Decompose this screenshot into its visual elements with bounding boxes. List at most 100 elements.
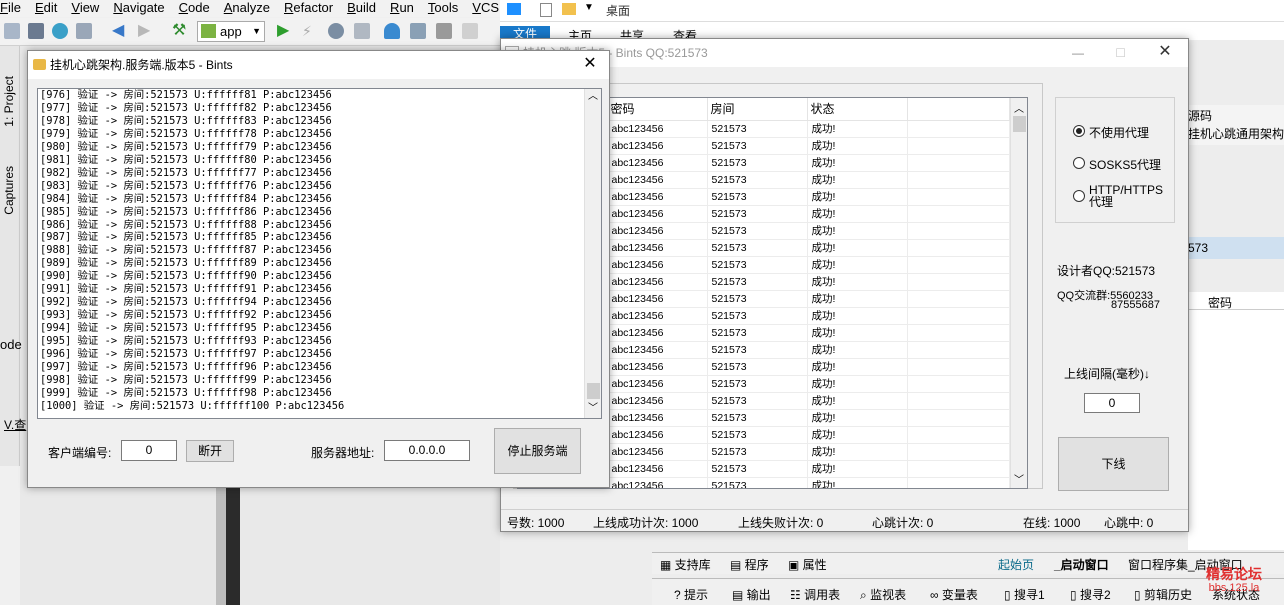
epl-fragment: 源码: [1188, 109, 1213, 123]
server-address-input[interactable]: 0.0.0.0: [384, 440, 470, 461]
empty-cell: [907, 392, 1010, 410]
attach-icon[interactable]: [410, 23, 426, 39]
search2-button[interactable]: ▯ 搜寻2: [1070, 586, 1111, 603]
minimize-icon[interactable]: —: [1072, 39, 1084, 67]
password-cell: abc123456: [607, 426, 708, 444]
room-cell: 521573: [707, 324, 808, 342]
client-number-input[interactable]: 0: [121, 440, 177, 461]
status-cell: 成功!: [807, 426, 908, 444]
room-cell: 521573: [707, 273, 808, 291]
radio-no-proxy[interactable]: [1073, 125, 1085, 137]
gauge-icon[interactable]: [384, 23, 400, 39]
hint-button[interactable]: ? 提示: [674, 586, 708, 603]
scroll-up-icon[interactable]: ︿: [588, 91, 598, 104]
call-table-button[interactable]: ☷ 调用表: [790, 586, 840, 603]
log-line: [978] 验证 -> 房间:521573 U:ffffff83 P:abc12…: [40, 114, 332, 127]
radio-socks5-proxy[interactable]: [1073, 157, 1085, 169]
table-scrollbar[interactable]: ︿ ﹀: [1010, 98, 1027, 488]
client-number-label: 客户端编号:: [48, 446, 112, 460]
profile-icon[interactable]: [354, 23, 370, 39]
stop-server-button[interactable]: 停止服务端: [494, 428, 581, 474]
password-cell: abc123456: [607, 460, 708, 478]
menu-run[interactable]: Run: [390, 0, 414, 17]
status-cell: 成功!: [807, 137, 908, 155]
run-config-select[interactable]: app ▼: [197, 21, 265, 42]
toolbar-label: 搜寻1: [1013, 588, 1045, 602]
variable-table-button[interactable]: ∞ 变量表: [930, 586, 978, 603]
empty-cell: [907, 409, 1010, 427]
room-cell: 521573: [707, 409, 808, 427]
password-cell: abc123456: [607, 120, 708, 138]
log-line: [993] 验证 -> 房间:521573 U:ffffff92 P:abc12…: [40, 309, 332, 322]
column-header-room[interactable]: 房间: [707, 98, 808, 121]
menu-view[interactable]: View: [71, 0, 99, 17]
log-line: [992] 验证 -> 房间:521573 U:ffffff94 P:abc12…: [40, 296, 332, 309]
tab-project[interactable]: 1: Project: [2, 76, 16, 127]
stop-icon[interactable]: [436, 23, 452, 39]
folder-icon[interactable]: [4, 23, 20, 39]
menu-analyze[interactable]: Analyze: [224, 0, 270, 17]
run-config-label: app: [220, 24, 242, 39]
scroll-down-icon[interactable]: ﹀: [1014, 471, 1024, 486]
close-icon[interactable]: ✕: [581, 55, 599, 73]
designer-label: 设计者QQ:521573: [1057, 264, 1156, 278]
clip-history-button[interactable]: ▯ 剪辑历史: [1134, 586, 1192, 603]
back-arrow-icon[interactable]: ◀: [112, 23, 128, 39]
apply-changes-icon[interactable]: ⚡: [302, 23, 318, 39]
properties-icon: [540, 3, 552, 17]
password-cell: abc123456: [607, 324, 708, 342]
list-icon[interactable]: [76, 23, 92, 39]
column-header-status[interactable]: 状态: [807, 98, 908, 121]
scroll-up-icon[interactable]: ︿: [1014, 100, 1024, 115]
watch-table-button[interactable]: ⌕ 监视表: [860, 586, 906, 603]
output-button[interactable]: ▤ 输出: [732, 586, 771, 603]
offline-button[interactable]: 下线: [1058, 437, 1169, 491]
log-scrollbar[interactable]: ︿ ﹀: [584, 89, 601, 418]
menu-navigate[interactable]: Navigate: [113, 0, 164, 17]
close-icon[interactable]: ✕: [1156, 43, 1174, 61]
tab-properties[interactable]: ▣ 属性: [788, 556, 827, 573]
scroll-thumb[interactable]: [587, 383, 600, 399]
password-cell: abc123456: [607, 205, 708, 223]
tab-support-library[interactable]: ▦ 支持库: [660, 556, 711, 573]
run-icon[interactable]: ▶: [277, 23, 293, 39]
log-line: [984] 验证 -> 房间:521573 U:ffffff84 P:abc12…: [40, 192, 332, 205]
tab-startup-window[interactable]: _启动窗口: [1054, 556, 1109, 573]
sync-icon[interactable]: [52, 23, 68, 39]
sdk-icon[interactable]: [462, 23, 478, 39]
empty-cell: [907, 239, 1010, 257]
tab-captures[interactable]: Captures: [2, 166, 16, 215]
menu-code[interactable]: Code: [179, 0, 210, 17]
explorer-title: 桌面: [606, 4, 631, 18]
scroll-down-icon[interactable]: ﹀: [588, 403, 598, 416]
menu-refactor[interactable]: Refactor: [284, 0, 333, 17]
interval-input[interactable]: 0: [1084, 393, 1140, 413]
save-icon[interactable]: [28, 23, 44, 39]
disconnect-button[interactable]: 断开: [186, 440, 234, 462]
password-cell: abc123456: [607, 273, 708, 291]
server-log[interactable]: [976] 验证 -> 房间:521573 U:ffffff81 P:abc12…: [37, 88, 602, 419]
epl-tab-strip: ▦ 支持库 ▤ 程序 ▣ 属性 起始页 _启动窗口 窗口程序集_启动窗口: [652, 552, 1284, 574]
toolbar-label: 剪辑历史: [1143, 588, 1192, 602]
debug-icon[interactable]: [328, 23, 344, 39]
log-line: [976] 验证 -> 房间:521573 U:ffffff81 P:abc12…: [40, 89, 332, 101]
toolbar-label: 变量表: [941, 588, 978, 602]
log-line: [977] 验证 -> 房间:521573 U:ffffff82 P:abc12…: [40, 101, 332, 114]
menu-vcs[interactable]: VCS: [472, 0, 499, 17]
menu-tools[interactable]: Tools: [428, 0, 458, 17]
hammer-icon[interactable]: ⚒: [172, 23, 188, 39]
tab-start-page[interactable]: 起始页: [998, 556, 1034, 573]
radio-http-proxy[interactable]: [1073, 190, 1085, 202]
menu-file[interactable]: File: [0, 0, 21, 17]
empty-cell: [907, 341, 1010, 359]
search1-button[interactable]: ▯ 搜寻1: [1004, 586, 1045, 603]
forward-arrow-icon[interactable]: ▶: [138, 23, 154, 39]
menu-build[interactable]: Build: [347, 0, 376, 17]
maximize-icon[interactable]: ☐: [1115, 39, 1126, 67]
tab-program[interactable]: ▤ 程序: [730, 556, 769, 573]
status-online: 在线: 1000: [1023, 516, 1081, 530]
ide-menu-bar: File Edit View Navigate Code Analyze Ref…: [0, 0, 525, 17]
scroll-thumb[interactable]: [1013, 116, 1026, 132]
column-header-password[interactable]: 密码: [607, 98, 708, 121]
menu-edit[interactable]: Edit: [35, 0, 57, 17]
